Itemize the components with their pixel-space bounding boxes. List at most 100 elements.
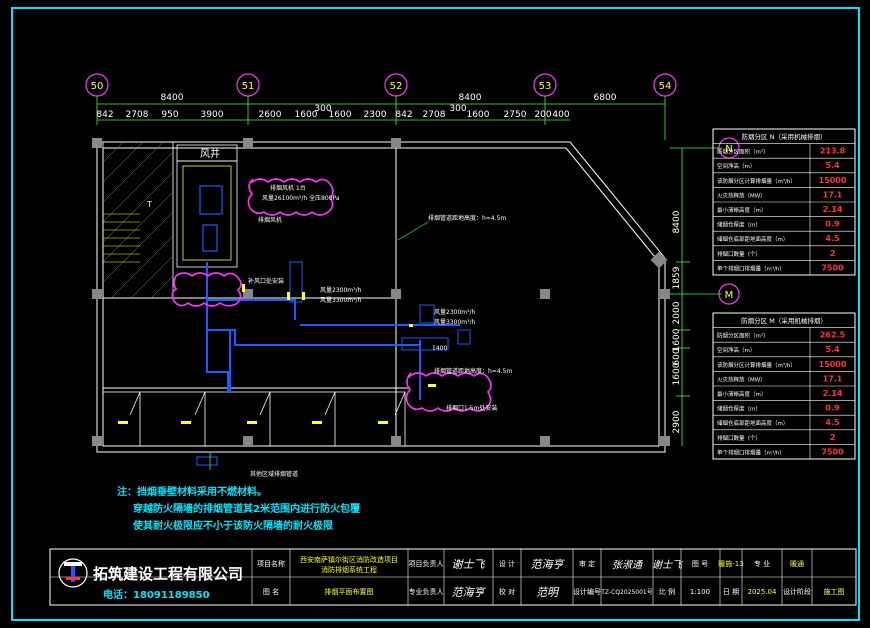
scale-value: 1:100 <box>690 588 710 596</box>
shaft-label: T <box>146 200 152 209</box>
dim-minor-9: 2300 <box>364 110 387 120</box>
zone-row-label: 空间净高（m） <box>717 346 755 354</box>
zone-row-value: 4.5 <box>825 234 840 243</box>
dim-minor-3: 950 <box>161 110 178 120</box>
note-line-1: 注：挡烟垂壁材料采用不燃材料。 <box>117 485 267 498</box>
right-dim-6: 1600 <box>672 362 682 385</box>
dim-minor-14: 2750 <box>504 110 527 120</box>
zone-row-value: 2.14 <box>823 389 843 398</box>
zone-row-value: 7500 <box>821 263 844 272</box>
zone-row-value: 2.14 <box>823 205 843 214</box>
check-label: 校 对 <box>499 587 515 596</box>
zone-row-value: 5.4 <box>825 161 840 170</box>
zone-row-label: 排烟口数量（个） <box>717 434 761 442</box>
columns <box>92 138 670 446</box>
dim-minor-11: 2708 <box>423 110 446 120</box>
zone-row-label: 储烟仓厚度（m） <box>717 405 761 413</box>
pink-note-3: 排烟口1.5m处安装 <box>446 404 497 412</box>
zone-row-label: 防烟分区面积（m²） <box>717 148 769 156</box>
stage-value: 施工图 <box>824 587 845 596</box>
zone-table-title: 防烟分区 N（采用机械排烟） <box>742 132 827 141</box>
zone-table-title: 防烟分区 M（采用机械排烟） <box>741 316 827 325</box>
design-no-label: 设计编号 <box>573 587 601 596</box>
zone-row-label: 防烟分区面积（m²） <box>717 332 769 340</box>
bottom-note: 其他区域排烟管道 <box>250 470 298 478</box>
duct-height-label-2: 排烟管道距地高度：h=4.5m <box>434 367 512 375</box>
dim-major-1: 8400 <box>161 93 184 103</box>
axis-label-M: M <box>725 290 734 301</box>
zone-row-label: 该防烟分区计算排烟量（m³/h） <box>717 361 796 369</box>
zone-row-label: 火灾热释放（MW） <box>717 375 766 383</box>
air-shaft: 风井 <box>176 144 238 268</box>
duct-height-label-1: 排烟管道距地高度：h=4.5m <box>428 214 506 222</box>
date-label: 日 期 <box>723 588 739 596</box>
pink-note-1b: 风量26100m³/h 全压800Pa <box>262 194 340 202</box>
zone-row-value: 15000 <box>819 360 847 369</box>
company-name: 拓筑建设工程有限公司 <box>93 565 243 583</box>
zone-row-label: 储烟仓底部距地面高度（m） <box>717 419 788 427</box>
right-dim-3: 2000 <box>672 301 682 324</box>
zone-row-value: 5.4 <box>825 345 840 354</box>
sheet-no: 暖施-13 <box>718 559 743 568</box>
design-label: 设 计 <box>499 559 515 568</box>
axis-label-50: 50 <box>91 81 104 92</box>
pink-note-2: 补风口处安装 <box>248 277 284 285</box>
dim-minor-5: 2600 <box>259 110 282 120</box>
dim-minor-10: 842 <box>395 110 412 120</box>
zone-row-label: 最小清晰高度（m） <box>717 390 766 398</box>
project-name-2: 消防排烟系统工程 <box>321 565 377 574</box>
axis-label-54: 54 <box>659 81 672 92</box>
zone-row-value: 17.1 <box>823 374 843 383</box>
zone-row-value: 15000 <box>819 176 847 185</box>
outlet-label-3: 风量2300m³/h <box>434 309 476 316</box>
axis-label-53: 53 <box>539 81 552 92</box>
right-dim-7: 2900 <box>672 410 682 433</box>
duct-size-label: 1400 <box>432 345 447 352</box>
review-signature: 张淑通 <box>612 559 644 571</box>
dim-minor-12: 300 <box>449 104 466 114</box>
zone-row-value: 2 <box>830 433 836 442</box>
dim-minor-4: 3900 <box>201 110 224 120</box>
zone-row-label: 排烟口数量（个） <box>717 250 761 258</box>
zone-row-value: 262.5 <box>820 331 846 340</box>
note-line-2: 穿越防火隔墙的排烟管道其2米范围内进行防火包覆 <box>133 502 361 515</box>
right-dim-4: 1600 <box>672 328 682 351</box>
zone-row-value: 213.8 <box>820 147 846 156</box>
company-logo <box>58 558 88 588</box>
shop-partitions <box>103 391 406 446</box>
project-name-label: 项目名称 <box>257 559 285 568</box>
outlet-label-4: 风量3300m³/h <box>434 319 476 326</box>
dim-minor-16: 400 <box>552 110 569 120</box>
zone-row-value: 17.1 <box>823 190 843 199</box>
zone-row-value: 7500 <box>821 447 844 456</box>
zone-row-label: 最小清晰高度（m） <box>717 206 766 214</box>
scale-label: 比 例 <box>659 587 675 596</box>
approve-signature: 谢士飞 <box>652 559 683 571</box>
review-label: 审 定 <box>579 559 595 568</box>
outlet-label-2: 风量3300m³/h <box>320 297 362 304</box>
axis-label-52: 52 <box>390 81 403 92</box>
company-phone: 电话：18091189850 <box>103 588 210 601</box>
major-label: 专 业 <box>754 559 770 568</box>
dim-minor-2: 2708 <box>126 110 149 120</box>
stage-label: 设计阶段 <box>783 587 811 596</box>
zone-row-label: 该防烟分区计算排烟量（m³/h） <box>717 177 796 185</box>
zone-row-value: 0.9 <box>825 404 840 413</box>
pro-owner-signature: 范海亨 <box>452 586 487 599</box>
zone-row-value: 2 <box>830 249 836 258</box>
cad-drawing: 50 51 52 53 54 8400 8400 6800 842 2708 9… <box>11 7 860 621</box>
design-signature: 范海亨 <box>531 558 566 571</box>
zone-row-value: 4.5 <box>825 418 840 427</box>
right-dim-2: 1859 <box>672 266 682 289</box>
zone-row-value: 0.9 <box>825 220 840 229</box>
dim-minor-8: 1600 <box>329 110 352 120</box>
zone-row-label: 火灾热释放（MW） <box>717 191 766 199</box>
check-signature: 范明 <box>536 586 560 599</box>
building-outline <box>96 141 666 453</box>
zone-row-label: 单个排烟口排烟量（m³/h） <box>717 264 785 272</box>
date-value: 2025.04 <box>748 588 777 596</box>
stair-core: T <box>102 141 174 299</box>
major-value: 暖通 <box>790 559 804 568</box>
right-dim-1: 8400 <box>672 210 682 233</box>
sheet-label: 图 号 <box>692 560 708 568</box>
